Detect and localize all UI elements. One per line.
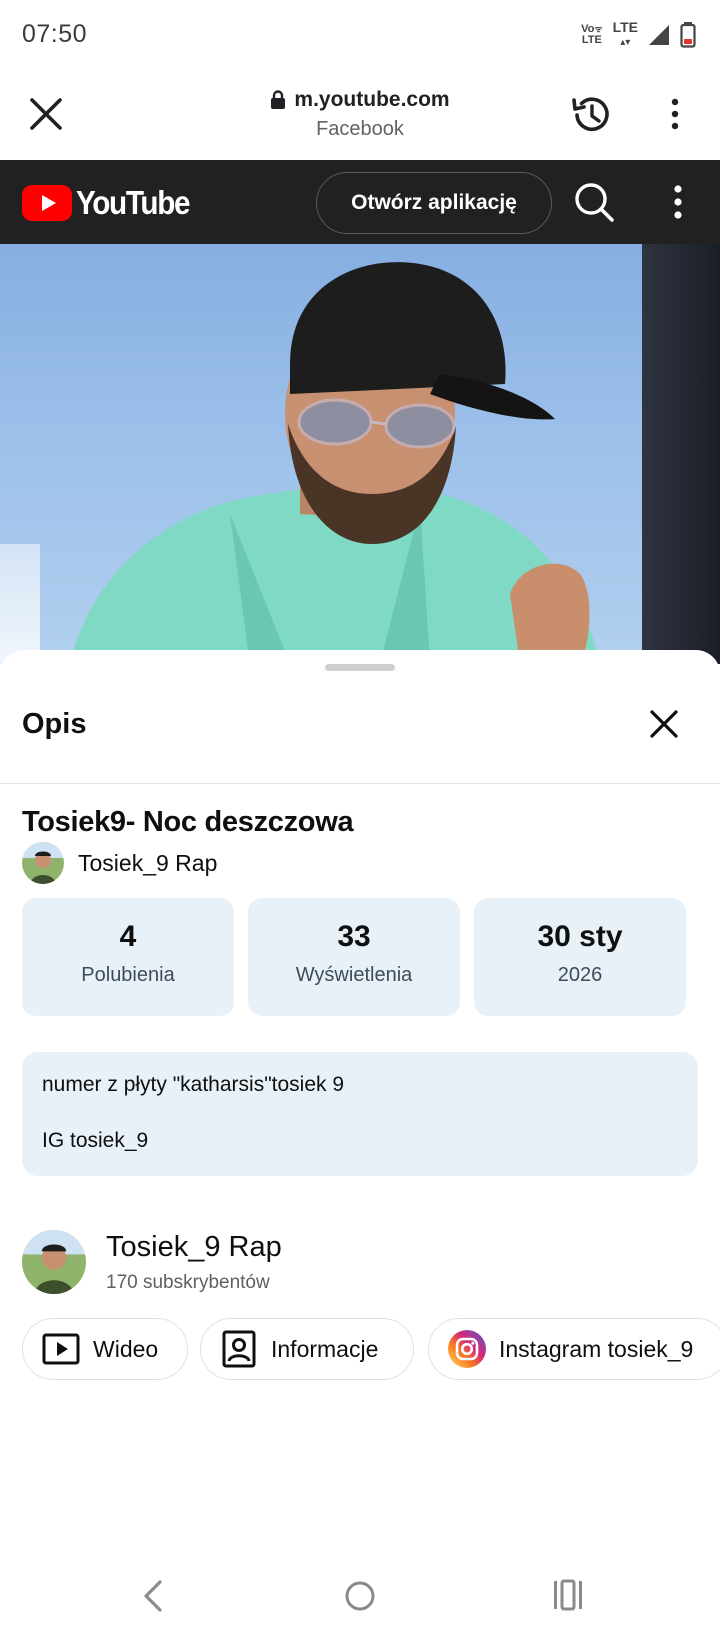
status-icons: Voᯤ LTE LTE ▴▾ bbox=[581, 20, 696, 50]
stat-label: Wyświetlenia bbox=[295, 964, 413, 986]
youtube-logo[interactable]: YouTube bbox=[22, 184, 202, 222]
network-label: LTE bbox=[612, 19, 638, 35]
channel-name-small[interactable]: Tosiek_9 Rap bbox=[78, 850, 217, 877]
signal-icon bbox=[649, 25, 669, 45]
instagram-icon bbox=[448, 1330, 486, 1368]
chip-about[interactable]: Informacje bbox=[200, 1318, 414, 1380]
stat-date: 30 sty 2026 bbox=[474, 898, 686, 1016]
stat-label: Polubienia bbox=[81, 964, 175, 986]
description-line: numer z płyty "katharsis"tosiek 9 bbox=[42, 1073, 345, 1096]
video-player[interactable] bbox=[0, 244, 720, 664]
stat-value: 4 bbox=[119, 920, 137, 953]
browser-toolbar: m.youtube.com Facebook bbox=[0, 68, 720, 160]
stat-likes: 4 Polubienia bbox=[22, 898, 234, 1016]
avatar-image bbox=[22, 1230, 86, 1294]
chip-videos[interactable]: Wideo bbox=[22, 1318, 188, 1380]
youtube-header: YouTube Otwórz aplikację bbox=[0, 160, 720, 244]
sheet-title: Opis bbox=[22, 708, 87, 740]
channel-avatar-large[interactable] bbox=[22, 1230, 86, 1294]
lock-icon bbox=[271, 90, 286, 109]
status-bar: 07:50 Voᯤ LTE LTE ▴▾ bbox=[0, 0, 720, 68]
youtube-logo-text: YouTube bbox=[76, 184, 191, 221]
channel-row[interactable]: Tosiek_9 Rap bbox=[22, 842, 217, 884]
chip-label: Informacje bbox=[271, 1335, 379, 1362]
sheet-close-icon[interactable] bbox=[646, 706, 682, 742]
home-icon[interactable] bbox=[344, 1580, 376, 1612]
description-line: IG tosiek_9 bbox=[42, 1129, 149, 1152]
description-sheet: Opis Tosiek9- Noc deszczowa Tosiek_9 Rap… bbox=[0, 650, 720, 1550]
open-app-button[interactable]: Otwórz aplikację bbox=[316, 172, 552, 234]
youtube-more-icon[interactable] bbox=[664, 182, 692, 222]
back-icon[interactable] bbox=[138, 1576, 166, 1616]
lte-icon: LTE ▴▾ bbox=[612, 19, 638, 48]
volte-icon: Voᯤ LTE bbox=[581, 23, 603, 46]
close-icon[interactable] bbox=[26, 94, 66, 134]
stat-value: 33 bbox=[337, 920, 371, 953]
stat-value: 30 sty bbox=[537, 920, 623, 953]
chip-label: Instagram tosiek_9 bbox=[499, 1335, 694, 1362]
channel-avatar-small[interactable] bbox=[22, 842, 64, 884]
description-box: numer z płyty "katharsis"tosiek 9 IG tos… bbox=[22, 1052, 698, 1176]
history-icon[interactable] bbox=[568, 92, 614, 138]
recents-icon[interactable] bbox=[550, 1578, 586, 1612]
stat-label: 2026 bbox=[557, 964, 603, 986]
sheet-divider bbox=[0, 783, 720, 784]
url-text: m.youtube.com bbox=[294, 88, 450, 111]
stat-views: 33 Wyświetlenia bbox=[248, 898, 460, 1016]
video-title: Tosiek9- Noc deszczowa bbox=[22, 806, 354, 838]
video-frame-person bbox=[70, 262, 600, 664]
play-box-icon bbox=[42, 1333, 80, 1365]
portrait-icon bbox=[222, 1330, 256, 1368]
url-block[interactable]: m.youtube.com Facebook bbox=[200, 88, 520, 141]
status-time: 07:50 bbox=[22, 20, 88, 48]
battery-icon bbox=[680, 22, 696, 48]
channel-chips: Wideo Informacje Instagram tosiek_9 bbox=[22, 1318, 720, 1384]
channel-card-name[interactable]: Tosiek_9 Rap bbox=[106, 1231, 282, 1264]
sheet-drag-handle[interactable] bbox=[325, 664, 395, 671]
more-vert-icon[interactable] bbox=[660, 96, 690, 132]
channel-card-subscribers: 170 subskrybentów bbox=[106, 1271, 270, 1293]
avatar-image bbox=[22, 842, 64, 884]
url-source: Facebook bbox=[316, 118, 404, 140]
chip-label: Wideo bbox=[93, 1335, 159, 1362]
channel-card-text: Tosiek_9 Rap 170 subskrybentów bbox=[106, 1231, 282, 1294]
system-nav-bar bbox=[0, 1550, 720, 1640]
chip-instagram[interactable]: Instagram tosiek_9 bbox=[428, 1318, 720, 1380]
stats-row: 4 Polubienia 33 Wyświetlenia 30 sty 2026 bbox=[22, 898, 686, 1016]
youtube-play-logo-icon bbox=[22, 185, 72, 221]
channel-card[interactable]: Tosiek_9 Rap 170 subskrybentów bbox=[22, 1230, 282, 1294]
search-icon[interactable] bbox=[572, 180, 616, 224]
